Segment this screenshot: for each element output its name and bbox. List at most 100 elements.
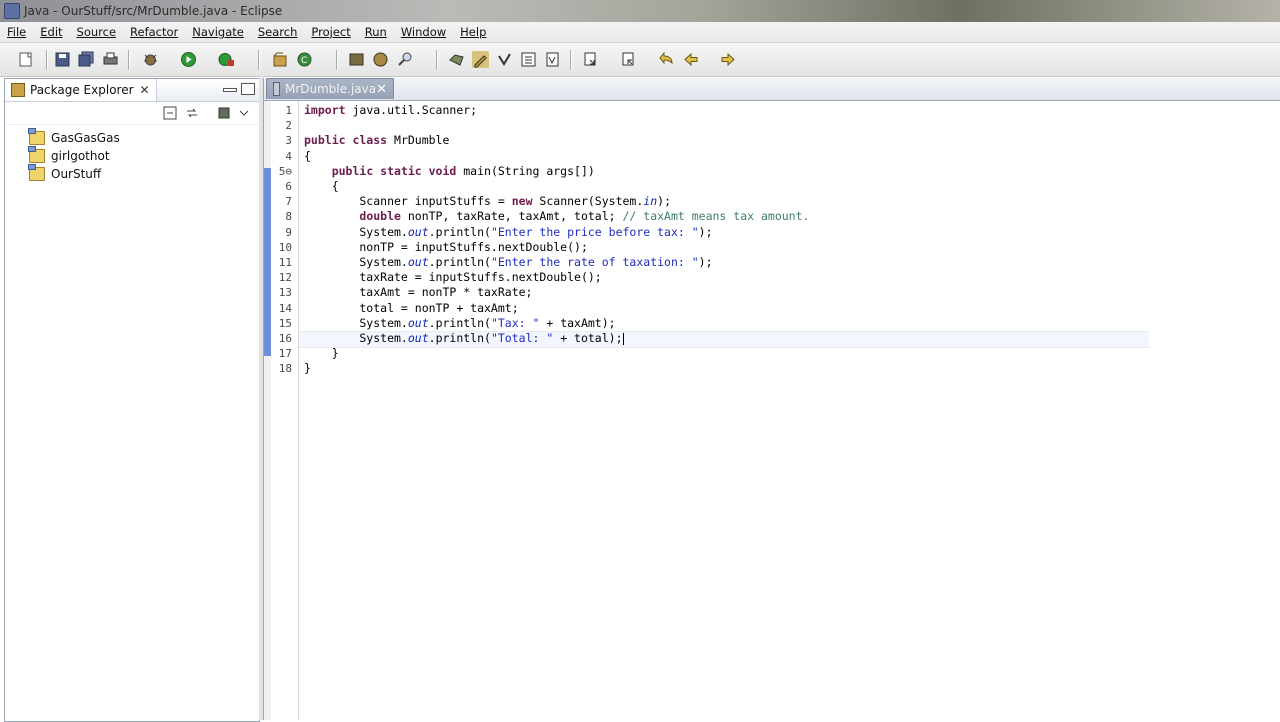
forward-icon[interactable] <box>720 51 737 68</box>
toggle-breadcrumb-icon[interactable] <box>448 51 465 68</box>
external-tools-icon[interactable] <box>218 51 235 68</box>
menu-bar: File Edit Source Refactor Navigate Searc… <box>0 22 1280 43</box>
line-number: 14 <box>278 301 292 315</box>
code-token: System. <box>304 331 408 345</box>
code-text: Scanner inputStuffs = new Scanner(System… <box>304 194 671 209</box>
code-text: nonTP = inputStuffs.nextDouble(); <box>304 240 588 255</box>
code-text: total = nonTP + taxAmt; <box>304 301 518 316</box>
open-task-icon[interactable] <box>372 51 389 68</box>
project-item-gasgasgas[interactable]: GasGasGas <box>5 128 259 147</box>
block-selection-icon[interactable] <box>496 51 513 68</box>
code-token: out <box>407 224 429 239</box>
toolbar-separator <box>258 50 260 70</box>
change-marker <box>264 168 271 356</box>
java-project-icon <box>28 164 45 181</box>
code-token: { <box>304 148 311 163</box>
menu-source[interactable]: Source <box>70 25 124 39</box>
code-token: double <box>359 209 401 224</box>
code-token: public class <box>304 133 388 148</box>
code-token: out <box>407 255 429 269</box>
next-annotation-icon[interactable] <box>582 51 599 68</box>
code-text: System.out.println("Enter the rate of ta… <box>304 255 712 270</box>
code-token: MrDumble <box>387 133 450 148</box>
debug-icon[interactable] <box>142 51 159 68</box>
code-token: nonTP, taxRate, taxAmt, total; <box>400 209 623 224</box>
code-token: taxRate = inputStuffs.nextDouble(); <box>304 270 602 285</box>
code-token: .println( <box>428 315 491 330</box>
package-explorer-toolbar <box>5 102 259 125</box>
previous-annotation-icon[interactable] <box>620 51 637 68</box>
line-number: 13 <box>278 286 292 300</box>
code-token: import <box>304 103 346 117</box>
search-icon[interactable] <box>396 51 413 68</box>
code-text: public class MrDumble <box>304 133 449 148</box>
line-number: 9 <box>285 225 292 239</box>
java-file-icon <box>273 82 280 96</box>
java-project-icon <box>28 128 45 145</box>
menu-search[interactable]: Search <box>251 25 305 39</box>
package-explorer-panel: Package Explorer ✕ GasGasGas girlgothot … <box>4 78 260 722</box>
menu-help[interactable]: Help <box>453 25 493 39</box>
close-icon[interactable]: ✕ <box>376 82 387 97</box>
menu-project[interactable]: Project <box>304 25 357 39</box>
text-caret <box>622 332 624 345</box>
package-explorer-title: Package Explorer <box>30 83 134 97</box>
code-token: .println( <box>428 331 491 345</box>
show-source-icon[interactable] <box>544 51 561 68</box>
view-menu-icon[interactable] <box>217 106 231 120</box>
new-java-project-icon[interactable] <box>272 51 289 68</box>
code-token: "Tax: " <box>490 315 540 330</box>
code-token: "Enter the price before tax: " <box>490 224 699 239</box>
code-text: taxRate = inputStuffs.nextDouble(); <box>304 270 602 285</box>
open-type-icon[interactable] <box>348 51 365 68</box>
run-icon[interactable] <box>180 51 197 68</box>
line-number-ruler <box>298 101 299 720</box>
line-number: 12 <box>278 271 292 285</box>
save-all-icon[interactable] <box>78 51 95 68</box>
title-bar: Java - OurStuff/src/MrDumble.java - Ecli… <box>0 0 1280 22</box>
menu-file[interactable]: File <box>0 25 33 39</box>
menu-edit[interactable]: Edit <box>33 25 69 39</box>
menu-run[interactable]: Run <box>358 25 394 39</box>
menu-navigate[interactable]: Navigate <box>185 25 251 39</box>
print-icon[interactable] <box>102 51 119 68</box>
back-icon[interactable] <box>682 51 699 68</box>
code-token: Scanner inputStuffs = <box>304 194 512 209</box>
mark-occurrences-icon[interactable] <box>472 51 489 68</box>
line-number: 16 <box>278 332 292 345</box>
chevron-down-icon[interactable] <box>237 106 251 120</box>
last-edit-icon[interactable] <box>658 51 675 68</box>
line-number: 10 <box>278 240 292 254</box>
new-icon[interactable] <box>18 51 35 68</box>
editor-text-area[interactable]: 1 import java.util.Scanner; 2 3 public class… <box>264 101 1280 720</box>
link-with-editor-icon[interactable] <box>185 106 199 120</box>
window-title: Java - OurStuff/src/MrDumble.java - Ecli… <box>24 4 283 18</box>
code-token: main(String args[]) <box>456 163 595 178</box>
eclipse-app-icon <box>4 3 20 19</box>
project-item-girlgothot[interactable]: girlgothot <box>5 146 259 165</box>
code-text: { <box>304 149 311 164</box>
maximize-icon[interactable] <box>241 83 255 95</box>
menu-window[interactable]: Window <box>394 25 453 39</box>
show-whitespace-icon[interactable] <box>520 51 537 68</box>
new-class-icon[interactable]: C <box>296 51 313 68</box>
tab-package-explorer[interactable]: Package Explorer ✕ <box>5 79 157 101</box>
code-text: { <box>304 179 339 194</box>
minimize-icon[interactable] <box>223 88 237 92</box>
project-item-ourstuff[interactable]: OurStuff <box>5 164 259 183</box>
code-text: System.out.println("Tax: " + taxAmt); <box>304 315 615 331</box>
line-number: 8 <box>285 210 292 224</box>
tab-mrdumble-java[interactable]: MrDumble.java ✕ <box>266 78 394 99</box>
save-icon[interactable] <box>54 51 71 68</box>
package-explorer-header: Package Explorer ✕ <box>5 79 259 102</box>
collapse-all-icon[interactable] <box>163 106 177 120</box>
line-number: 4 <box>285 149 292 163</box>
line-number: 7 <box>285 195 292 209</box>
code-token: "Enter the rate of taxation: " <box>490 255 699 269</box>
code-token: in <box>643 194 658 209</box>
close-icon[interactable]: ✕ <box>140 83 150 97</box>
code-token: public static void <box>331 163 457 178</box>
line-number: 2 <box>285 119 292 133</box>
menu-refactor[interactable]: Refactor <box>123 25 185 39</box>
